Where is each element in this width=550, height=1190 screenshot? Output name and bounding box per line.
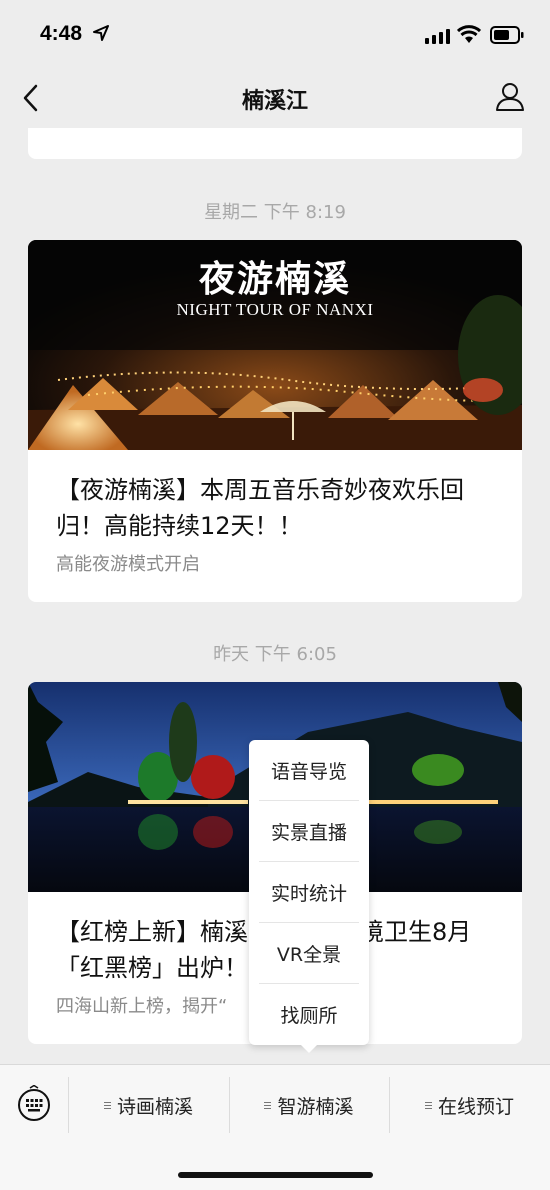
status-time: 4:48	[40, 22, 83, 45]
cellular-signal-icon	[425, 28, 451, 48]
submenu-item-realtime-stats[interactable]: 实时统计	[259, 862, 359, 923]
menu-item-label: 在线预订	[437, 1095, 514, 1118]
submenu-popup: 语音导览 实景直播 实时统计 VR全景 找厕所	[249, 740, 369, 1053]
nav-bar: 楠溪江	[0, 66, 550, 128]
wifi-icon	[456, 25, 482, 48]
keyboard-icon[interactable]	[16, 1084, 52, 1127]
message-timestamp: 星期二 下午 8:19	[204, 202, 346, 223]
person-icon[interactable]	[494, 82, 526, 116]
message-timestamp: 昨天 下午 6:05	[213, 644, 337, 665]
cover-title-cn: 夜游楠溪	[198, 258, 351, 300]
submenu-item-find-toilet[interactable]: 找厕所	[259, 984, 359, 1045]
status-bar: 4:48	[0, 0, 550, 66]
page-title: 楠溪江	[241, 89, 308, 114]
article-title-line1: 【红榜上新】楠溪	[56, 918, 248, 946]
menu-lines-icon	[424, 1101, 432, 1109]
menu-lines-icon	[264, 1101, 272, 1109]
article-card[interactable]: 夜游楠溪 NIGHT TOUR OF NANXI 【夜游楠溪】本周五音乐奇妙夜欢…	[28, 240, 522, 602]
article-description-left: 四海山新上榜，揭开“	[56, 996, 228, 1017]
home-indicator[interactable]	[178, 1172, 373, 1178]
menu-item-online-booking[interactable]: 在线预订	[389, 1065, 550, 1145]
article-title-line2: 「红黑榜」出炉！	[56, 954, 248, 982]
menu-item-label: 智游楠溪	[277, 1095, 354, 1118]
article-description: 高能夜游模式开启	[56, 554, 200, 575]
location-arrow-icon	[93, 25, 109, 45]
menu-item-smart-tour[interactable]: 智游楠溪	[229, 1065, 389, 1145]
menu-item-label: 诗画楠溪	[116, 1095, 193, 1118]
submenu-item-vr-panorama[interactable]: VR全景	[259, 923, 359, 984]
menu-item-poetic-nanxi[interactable]: 诗画楠溪	[68, 1065, 229, 1145]
article-title-line1-tail: 境卫生8月	[360, 918, 472, 946]
submenu-item-voice-guide[interactable]: 语音导览	[259, 740, 359, 801]
cover-title-en: NIGHT TOUR OF NANXI	[176, 300, 374, 319]
submenu-item-live-view[interactable]: 实景直播	[259, 801, 359, 862]
menu-lines-icon	[103, 1101, 111, 1109]
article-title: 【夜游楠溪】本周五音乐奇妙夜欢乐回归！高能持续12天！！	[56, 476, 464, 540]
battery-icon	[490, 26, 524, 48]
article-cover-image: 夜游楠溪 NIGHT TOUR OF NANXI	[28, 240, 522, 450]
previous-article-card[interactable]	[28, 128, 522, 159]
